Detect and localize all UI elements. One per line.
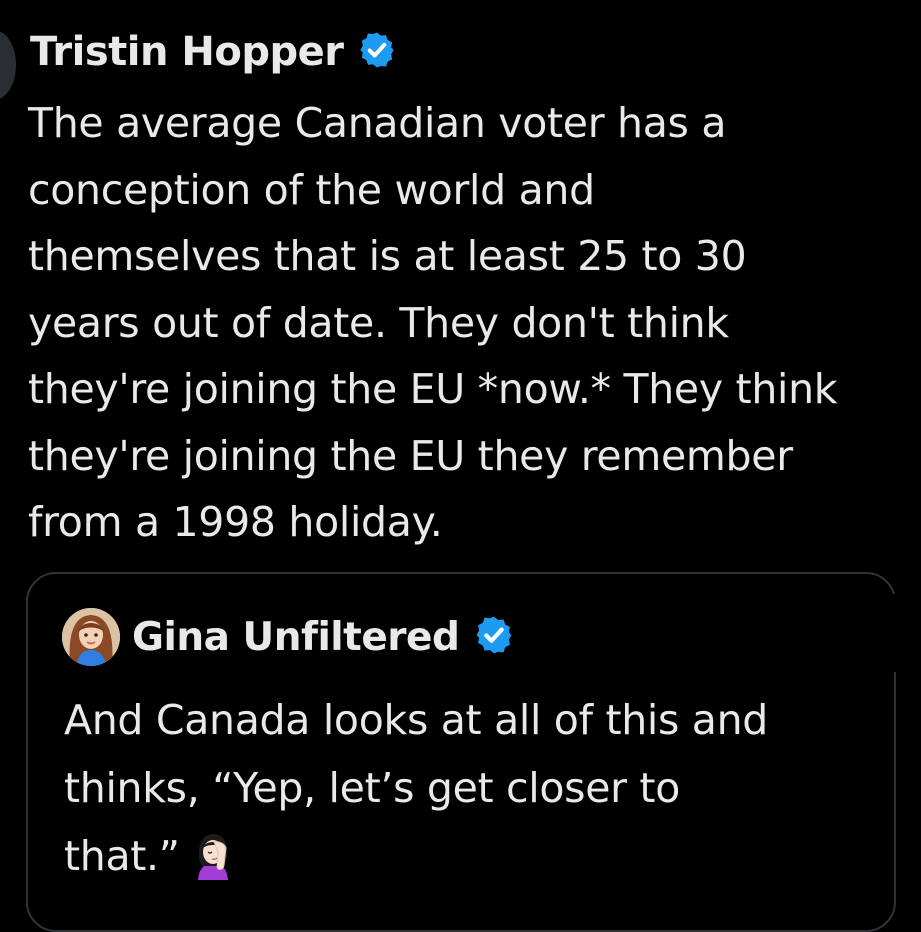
verified-badge-icon[interactable]	[357, 30, 397, 74]
verified-badge-icon[interactable]	[473, 614, 515, 660]
tweet-text: The average Canadian voter has a concept…	[28, 99, 838, 546]
author-name[interactable]: Tristin Hopper	[30, 29, 344, 75]
quoted-author-avatar[interactable]	[62, 608, 120, 666]
quoted-tweet-header: Gina Unfiltered	[132, 604, 515, 670]
facepalm-emoji-icon	[188, 830, 238, 900]
quoted-author-name[interactable]: Gina Unfiltered	[132, 615, 460, 660]
redaction-mark	[430, 18, 921, 90]
author-avatar[interactable]	[0, 30, 16, 100]
quoted-tweet-card[interactable]: Gina Unfiltered And Canada looks at all …	[26, 572, 908, 932]
quoted-tweet-text: And Canada looks at all of this and thin…	[64, 686, 884, 900]
tweet-header: Tristin Hopper	[30, 22, 397, 82]
quoted-tweet-body: And Canada looks at all of this and thin…	[64, 696, 769, 880]
redaction-mark	[568, 594, 908, 672]
